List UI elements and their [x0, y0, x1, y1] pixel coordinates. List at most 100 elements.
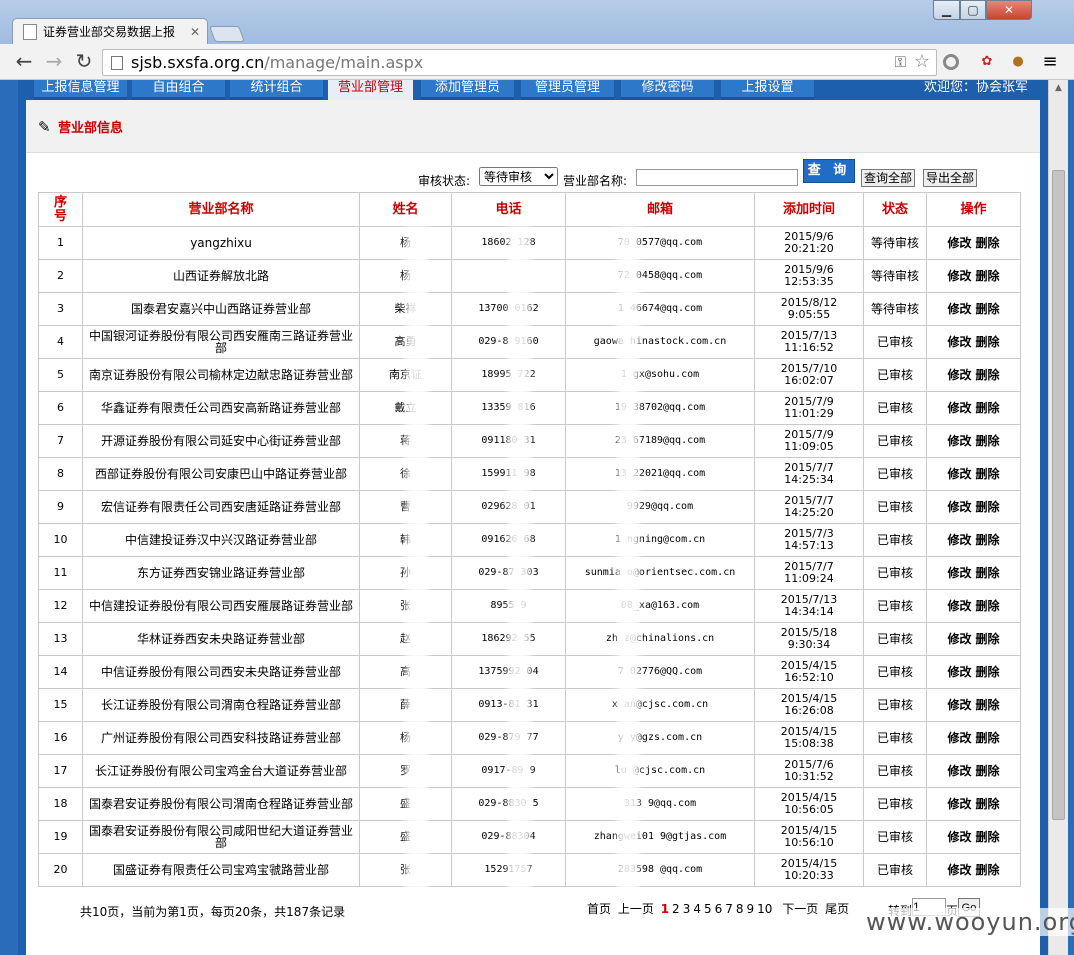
cell-actions: 修改 删除 [926, 787, 1021, 821]
pager-page-link[interactable]: 7 [725, 902, 733, 916]
extension-badge-icon[interactable]: ✿ [977, 52, 997, 72]
delete-link[interactable]: 删除 [976, 302, 1000, 316]
edit-link[interactable]: 修改 [947, 401, 971, 415]
pager-next-link[interactable]: 下一页 [782, 902, 818, 916]
nav-item-admin-manage[interactable]: 管理员管理 [521, 80, 614, 100]
pager-first-link[interactable]: 首页 [587, 902, 611, 916]
nav-item-branch-manage[interactable]: 营业部管理 [328, 80, 413, 100]
pager-prev-link[interactable]: 上一页 [618, 902, 654, 916]
col-header-no: 序号 [38, 192, 83, 227]
added-clock: 11:09:24 [784, 572, 834, 585]
scroll-up-arrow-icon[interactable]: ▲ [1049, 80, 1068, 96]
edit-link[interactable]: 修改 [947, 236, 971, 250]
address-bar[interactable]: sjsb.sxsfa.org.cn/manage/main.aspx ⚿ ☆ [102, 49, 937, 76]
edit-link[interactable]: 修改 [947, 599, 971, 613]
delete-link[interactable]: 删除 [976, 797, 1000, 811]
edit-link[interactable]: 修改 [947, 533, 971, 547]
pager-last-link[interactable]: 尾页 [825, 902, 849, 916]
scrollbar[interactable]: ▲ [1048, 80, 1068, 955]
forward-arrow-icon[interactable]: → [42, 50, 66, 74]
delete-link[interactable]: 删除 [976, 236, 1000, 250]
pager-page-link[interactable]: 6 [715, 902, 723, 916]
edit-link[interactable]: 修改 [947, 764, 971, 778]
status-select[interactable]: 等待审核 [479, 167, 558, 186]
cell-no: 17 [38, 754, 83, 788]
delete-link[interactable]: 删除 [976, 665, 1000, 679]
query-button[interactable]: 查 询 [803, 159, 855, 183]
privacy-blur [508, 226, 530, 955]
branch-name-input[interactable] [636, 169, 798, 186]
cell-no: 18 [38, 787, 83, 821]
export-all-button[interactable]: 导出全部 [923, 169, 978, 187]
cell-status: 已审核 [863, 490, 927, 524]
edit-link[interactable]: 修改 [947, 731, 971, 745]
extension-circle-icon[interactable] [943, 54, 959, 70]
delete-link[interactable]: 删除 [976, 533, 1000, 547]
cookie-icon[interactable]: ● [1008, 52, 1028, 72]
delete-link[interactable]: 删除 [976, 764, 1000, 778]
edit-link[interactable]: 修改 [947, 665, 971, 679]
browser-tab[interactable]: 证券营业部交易数据上报 ✕ [12, 18, 208, 44]
cell-no: 20 [38, 853, 83, 887]
edit-link[interactable]: 修改 [947, 566, 971, 580]
edit-link[interactable]: 修改 [947, 335, 971, 349]
edit-link[interactable]: 修改 [947, 500, 971, 514]
section-header: ✎ 营业部信息 [26, 100, 1040, 152]
delete-link[interactable]: 删除 [976, 599, 1000, 613]
window-minimize-button[interactable]: ▁ [933, 0, 960, 20]
delete-link[interactable]: 删除 [976, 698, 1000, 712]
edit-link[interactable]: 修改 [947, 698, 971, 712]
pager-page-link[interactable]: 4 [693, 902, 701, 916]
delete-link[interactable]: 删除 [976, 368, 1000, 382]
pager-page-link[interactable]: 10 [757, 902, 772, 916]
window-maximize-button[interactable]: ▢ [960, 0, 986, 20]
new-tab-button[interactable] [209, 26, 245, 42]
scroll-thumb[interactable] [1052, 170, 1065, 820]
edit-link[interactable]: 修改 [947, 797, 971, 811]
reload-icon[interactable]: ↻ [72, 50, 96, 74]
pager-page-link[interactable]: 3 [683, 902, 691, 916]
edit-link[interactable]: 修改 [947, 467, 971, 481]
delete-link[interactable]: 删除 [976, 434, 1000, 448]
nav-item-change-password[interactable]: 修改密码 [621, 80, 714, 100]
col-header-status: 状态 [863, 192, 927, 227]
nav-item-report-settings[interactable]: 上报设置 [721, 80, 814, 100]
cell-no: 15 [38, 688, 83, 722]
nav-item-free-combo[interactable]: 自由组合 [132, 80, 225, 100]
delete-link[interactable]: 删除 [976, 401, 1000, 415]
delete-link[interactable]: 删除 [976, 830, 1000, 844]
pager-page-link[interactable]: 1 [661, 902, 669, 916]
pager-page-link[interactable]: 5 [704, 902, 712, 916]
menu-icon[interactable]: ≡ [1040, 52, 1060, 72]
key-icon[interactable]: ⚿ [895, 53, 906, 71]
pager-page-link[interactable]: 8 [736, 902, 744, 916]
edit-link[interactable]: 修改 [947, 830, 971, 844]
cell-email: 08_xa@163.com [565, 589, 755, 623]
nav-item-add-admin[interactable]: 添加管理员 [421, 80, 514, 100]
pager-page-link[interactable]: 2 [672, 902, 680, 916]
pager-page-link[interactable]: 9 [747, 902, 755, 916]
nav-item-stat-combo[interactable]: 统计组合 [230, 80, 323, 100]
edit-link[interactable]: 修改 [947, 632, 971, 646]
delete-link[interactable]: 删除 [976, 731, 1000, 745]
delete-link[interactable]: 删除 [976, 566, 1000, 580]
bookmark-star-icon[interactable]: ☆ [914, 51, 930, 72]
window-close-button[interactable]: ✕ [986, 0, 1032, 20]
cell-actions: 修改 删除 [926, 853, 1021, 887]
delete-link[interactable]: 删除 [976, 500, 1000, 514]
edit-link[interactable]: 修改 [947, 302, 971, 316]
cell-email: 72 0458@qq.com [565, 259, 755, 293]
query-all-button[interactable]: 查询全部 [861, 169, 916, 187]
edit-link[interactable]: 修改 [947, 269, 971, 283]
tab-close-icon[interactable]: ✕ [187, 25, 203, 39]
edit-link[interactable]: 修改 [947, 863, 971, 877]
delete-link[interactable]: 删除 [976, 863, 1000, 877]
edit-link[interactable]: 修改 [947, 434, 971, 448]
delete-link[interactable]: 删除 [976, 632, 1000, 646]
delete-link[interactable]: 删除 [976, 467, 1000, 481]
delete-link[interactable]: 删除 [976, 269, 1000, 283]
back-arrow-icon[interactable]: ← [12, 50, 36, 74]
nav-item-report-info[interactable]: 上报信息管理 [34, 80, 127, 100]
edit-link[interactable]: 修改 [947, 368, 971, 382]
delete-link[interactable]: 删除 [976, 335, 1000, 349]
